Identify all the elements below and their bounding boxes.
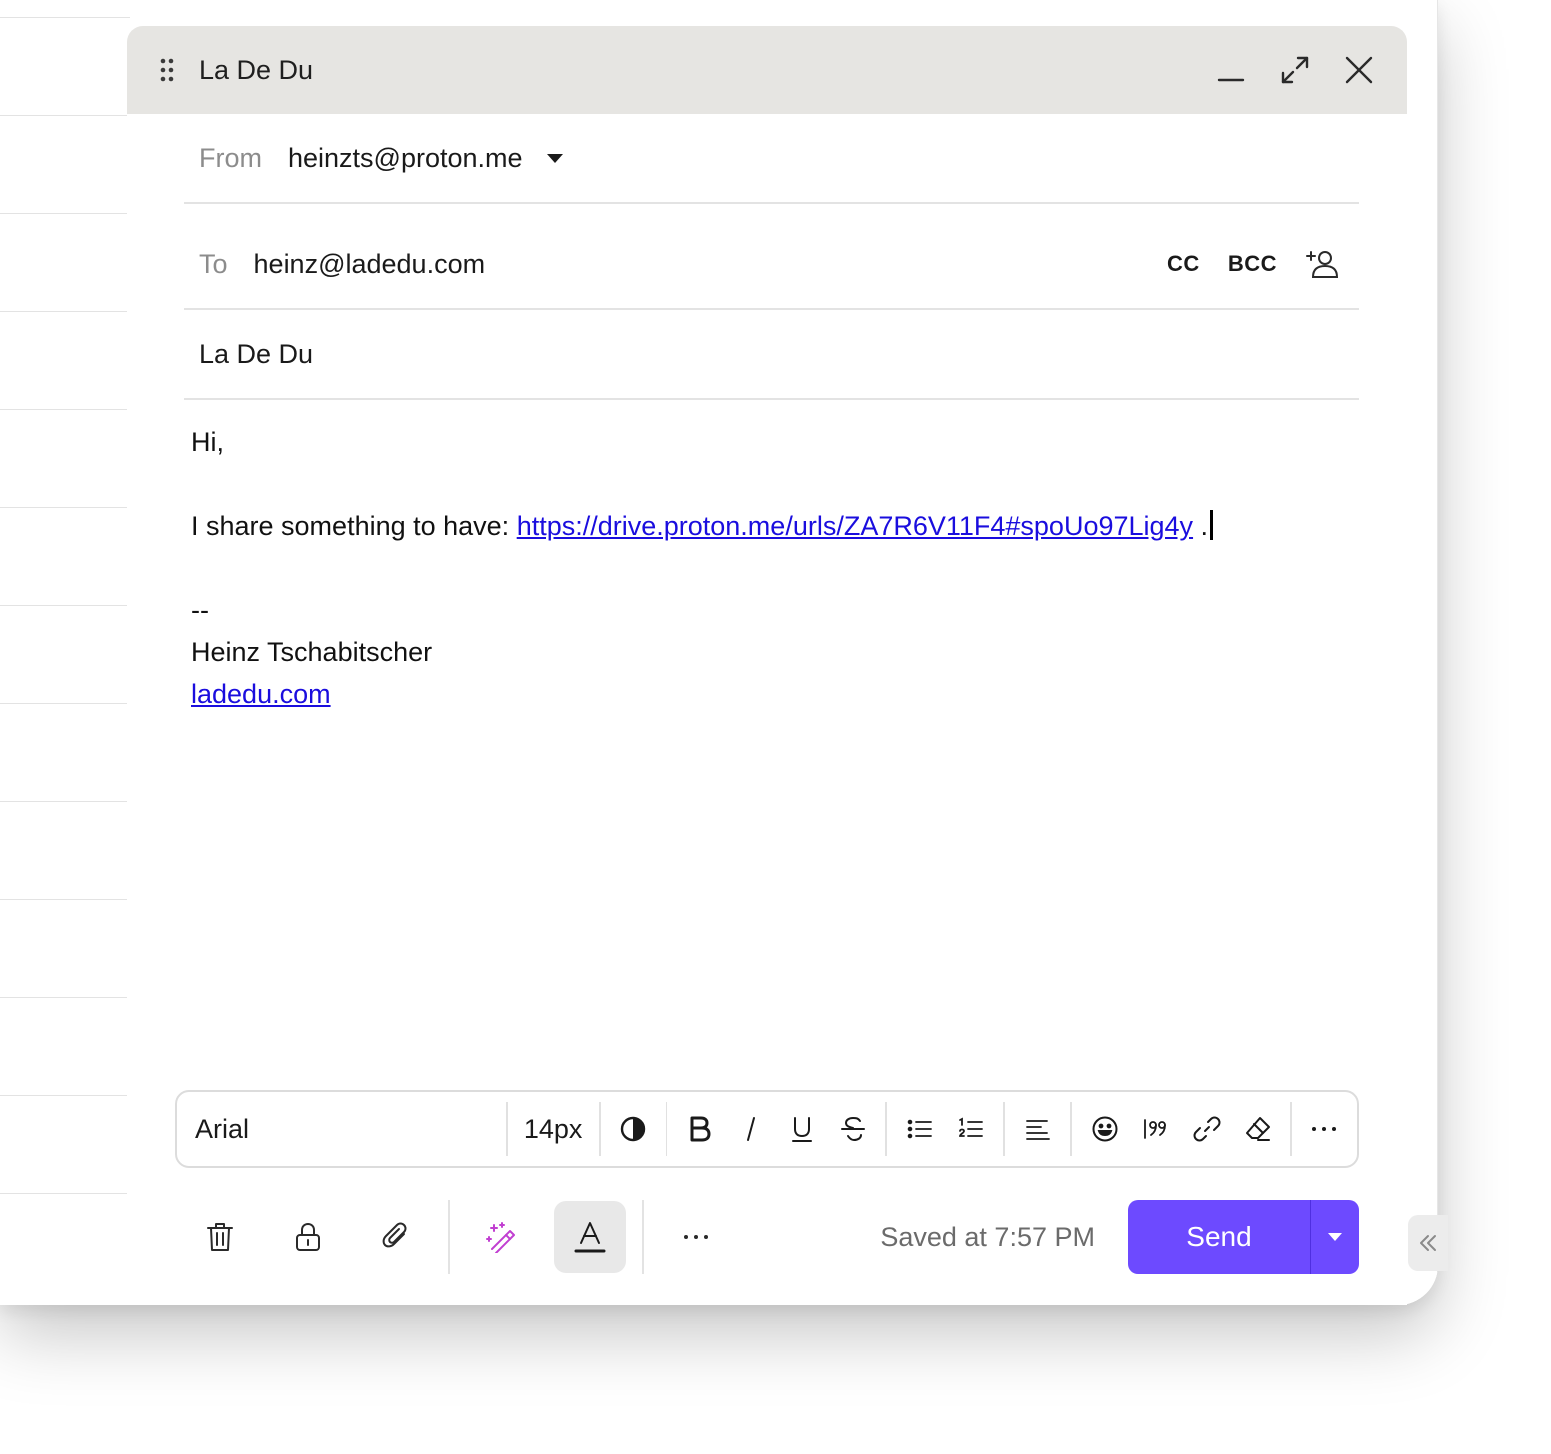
strikethrough-button[interactable] xyxy=(828,1104,878,1154)
send-button[interactable]: Send xyxy=(1128,1200,1310,1274)
bg-row-divider xyxy=(0,409,130,410)
drag-handle-icon[interactable] xyxy=(155,55,179,85)
bg-row-divider xyxy=(0,899,130,900)
contrast-icon xyxy=(620,1116,646,1142)
more-icon xyxy=(1312,1127,1337,1131)
footer-divider xyxy=(448,1200,450,1274)
email-composer: La De Du From heinzts@proton.me To heinz… xyxy=(127,26,1407,1305)
subject-input[interactable] xyxy=(199,338,1299,370)
trash-icon xyxy=(207,1223,233,1251)
bg-row-divider xyxy=(0,1095,130,1096)
minimize-icon xyxy=(1217,78,1245,82)
right-gutter xyxy=(1407,0,1438,1305)
from-address-select[interactable]: heinzts@proton.me xyxy=(288,143,523,174)
encryption-button[interactable] xyxy=(272,1201,344,1273)
body-line-prefix: I share something to have: xyxy=(191,511,517,541)
footer-divider xyxy=(642,1200,644,1274)
caret-down-icon[interactable] xyxy=(546,153,563,163)
delete-draft-button[interactable] xyxy=(184,1201,256,1273)
underline-button[interactable] xyxy=(777,1104,827,1154)
bullet-list-button[interactable] xyxy=(895,1104,945,1154)
insert-link-button[interactable] xyxy=(1182,1104,1232,1154)
formatting-toolbar: Arial 14px xyxy=(175,1090,1359,1168)
bold-icon xyxy=(690,1116,711,1142)
italic-icon xyxy=(746,1117,755,1141)
double-chevron-left-icon xyxy=(1420,1235,1436,1251)
align-left-icon xyxy=(1025,1120,1050,1140)
composer-titlebar[interactable]: La De Du xyxy=(127,26,1407,114)
drive-share-link[interactable]: https://drive.proton.me/urls/ZA7R6V11F4#… xyxy=(517,511,1193,541)
to-label: To xyxy=(199,248,228,279)
signature-dash: -- xyxy=(191,595,209,625)
collapse-sidebar-button[interactable] xyxy=(1408,1215,1448,1271)
text-color-button[interactable] xyxy=(608,1104,658,1154)
saved-status: Saved at 7:57 PM xyxy=(880,1221,1095,1252)
bold-button[interactable] xyxy=(675,1104,725,1154)
close-button[interactable] xyxy=(1335,46,1383,94)
lock-icon xyxy=(296,1223,320,1251)
bg-row-divider xyxy=(0,17,130,18)
attach-file-button[interactable] xyxy=(360,1201,432,1273)
magic-wand-icon xyxy=(486,1222,515,1253)
bg-row-divider xyxy=(0,311,130,312)
composer-footer: Saved at 7:57 PM Send xyxy=(184,1200,1359,1274)
strikethrough-icon xyxy=(840,1116,865,1142)
send-options-button[interactable] xyxy=(1311,1200,1359,1274)
minimize-button[interactable] xyxy=(1207,46,1255,94)
font-family-select[interactable]: Arial xyxy=(177,1092,506,1166)
bg-row-divider xyxy=(0,605,130,606)
underline-icon xyxy=(791,1117,812,1142)
to-recipient-field[interactable]: heinz@ladedu.com xyxy=(254,249,1140,280)
bg-row-divider xyxy=(0,801,130,802)
emoji-icon xyxy=(1092,1116,1118,1142)
writing-assistant-button[interactable] xyxy=(466,1201,538,1273)
signature-link[interactable]: ladedu.com xyxy=(191,679,331,709)
numbered-list-button[interactable] xyxy=(946,1104,996,1154)
emoji-button[interactable] xyxy=(1080,1104,1130,1154)
more-options-button[interactable] xyxy=(660,1201,732,1273)
close-icon xyxy=(1345,56,1373,84)
text-cursor xyxy=(1210,510,1214,540)
eraser-icon xyxy=(1245,1117,1270,1141)
from-row: From heinzts@proton.me xyxy=(184,114,1359,204)
bg-row-divider xyxy=(0,213,130,214)
caret-down-icon xyxy=(1328,1233,1342,1241)
bg-row-divider xyxy=(0,115,130,116)
composer-title: La De Du xyxy=(199,54,314,85)
signature-name: Heinz Tschabitscher xyxy=(191,637,433,667)
body-line-suffix: . xyxy=(1193,511,1209,541)
more-icon xyxy=(684,1235,708,1239)
bg-row-divider xyxy=(0,507,130,508)
link-icon xyxy=(1193,1116,1221,1142)
bg-row-divider xyxy=(0,1193,130,1194)
more-formatting-button[interactable] xyxy=(1299,1104,1349,1154)
toggle-formatting-toolbar-button[interactable] xyxy=(554,1201,626,1273)
paperclip-icon xyxy=(382,1222,407,1248)
expand-icon xyxy=(1281,56,1309,84)
italic-button[interactable] xyxy=(726,1104,776,1154)
subject-row xyxy=(184,310,1359,400)
send-button-group: Send xyxy=(1128,1200,1359,1274)
to-row: To heinz@ladedu.com CC BCC xyxy=(184,220,1359,310)
bcc-button[interactable]: BCC xyxy=(1228,251,1277,277)
body-line: I share something to have: https://drive… xyxy=(191,505,1361,547)
bg-row-divider xyxy=(0,703,130,704)
text-format-icon xyxy=(574,1222,606,1253)
font-size-select[interactable]: 14px xyxy=(508,1092,599,1166)
from-label: From xyxy=(199,142,262,173)
body-greeting: Hi, xyxy=(191,427,224,457)
cc-button[interactable]: CC xyxy=(1167,251,1200,277)
bg-row-divider xyxy=(0,997,130,998)
blockquote-button[interactable] xyxy=(1131,1104,1181,1154)
maximize-button[interactable] xyxy=(1271,46,1319,94)
clear-formatting-button[interactable] xyxy=(1233,1104,1283,1154)
add-contact-button[interactable] xyxy=(1305,247,1339,281)
align-left-button[interactable] xyxy=(1013,1104,1063,1154)
message-body-editor[interactable]: Hi, I share something to have: https://d… xyxy=(191,421,1361,1081)
bullet-list-icon xyxy=(907,1119,932,1139)
quote-icon xyxy=(1143,1119,1166,1139)
numbered-list-icon xyxy=(958,1117,983,1137)
add-contact-icon xyxy=(1306,251,1339,278)
